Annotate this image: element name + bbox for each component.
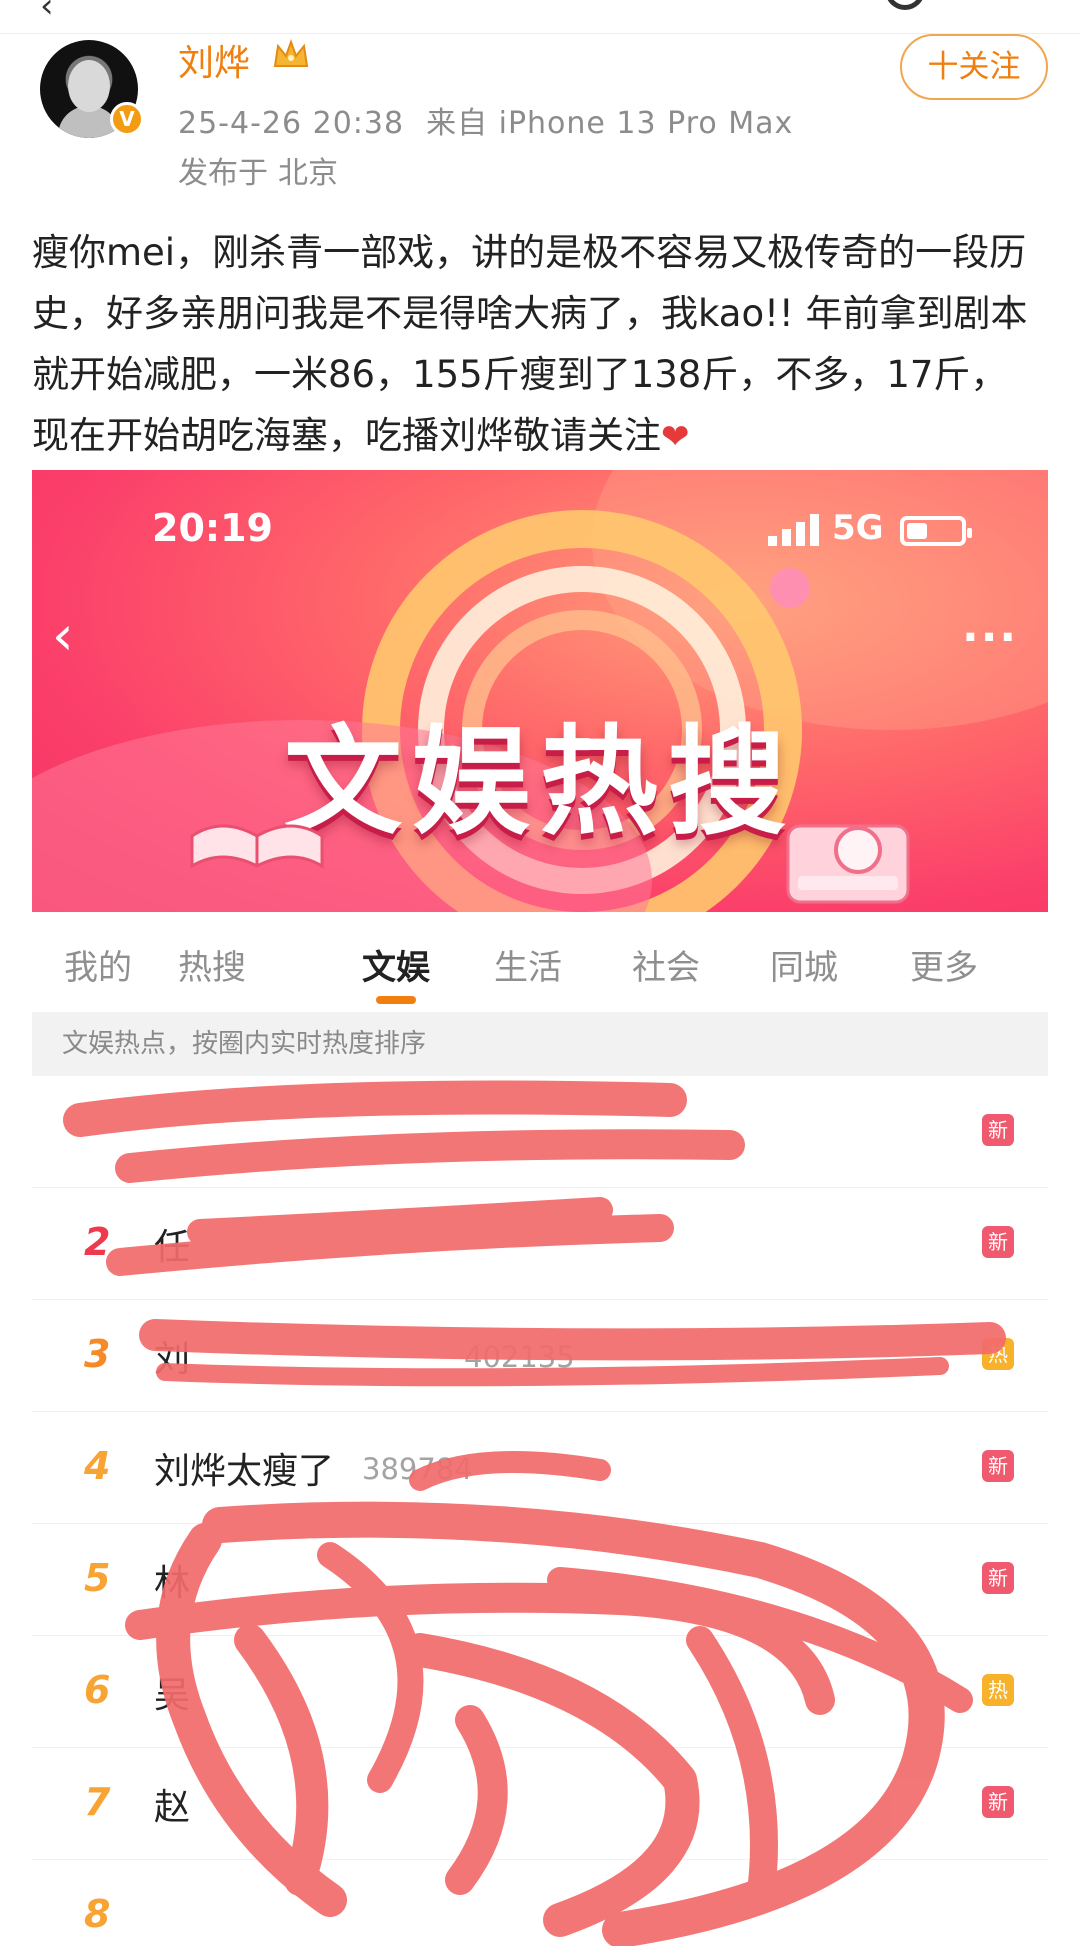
post-meta: 25-4-26 20:38 来自 iPhone 13 Pro Max: [178, 98, 793, 142]
item-title: 任: [154, 1227, 191, 1268]
list-item[interactable]: 8: [32, 1860, 1048, 1946]
crown-icon: [273, 39, 309, 67]
rank-number: 4: [84, 1444, 111, 1488]
hot-tag: 热: [982, 1674, 1014, 1706]
rank-number: 5: [84, 1556, 111, 1600]
rank-number: 8: [84, 1892, 111, 1936]
item-title: 赵: [154, 1787, 191, 1828]
post-source: 来自 iPhone 13 Pro Max: [426, 106, 794, 141]
tab-society[interactable]: 社会: [606, 940, 726, 989]
location-value: 北京: [278, 156, 338, 191]
camera-icon: [786, 824, 910, 904]
new-tag: 新: [982, 1114, 1014, 1146]
post-header: V 刘烨 25-4-26 20:38 来自 iPhone 13 Pro Max 发…: [0, 34, 1080, 194]
post-date: 25-4-26 20:38: [178, 106, 405, 141]
embedded-screenshot-banner[interactable]: 20:19 5G ‹ ··· 文娱热搜: [32, 470, 1048, 912]
book-icon: [190, 824, 324, 869]
list-item[interactable]: 2 任 新: [32, 1188, 1048, 1300]
status-time: 20:19: [152, 506, 273, 550]
heat-count: 389784: [362, 1452, 473, 1486]
item-title: 刘: [154, 1339, 191, 1380]
list-item[interactable]: 新: [32, 1076, 1048, 1188]
list-item[interactable]: 4 刘烨太瘦了 389784 新: [32, 1412, 1048, 1524]
item-title: 刘烨太瘦了: [154, 1451, 335, 1492]
hot-search-list: 新 2 任 新 3 刘 402135 热 4 刘烨太瘦了 389784 新 5 …: [32, 1076, 1048, 1946]
top-nav-bar: ‹: [0, 0, 1080, 34]
location-label: 发布于: [178, 156, 268, 191]
new-tag: 新: [982, 1226, 1014, 1258]
tab-life[interactable]: 生活: [468, 940, 588, 989]
heat-count: 402135: [464, 1340, 575, 1374]
follow-button[interactable]: 十关注: [900, 34, 1048, 100]
signal-icon: [768, 514, 819, 546]
author-name[interactable]: 刘烨: [178, 34, 250, 86]
category-tabs: 我的 热搜 文娱 生活 社会 同城 更多: [32, 912, 1048, 1012]
tab-more[interactable]: 更多: [884, 940, 1004, 989]
chevron-left-icon[interactable]: ‹: [52, 604, 74, 667]
item-title: 吴: [154, 1675, 191, 1716]
heart-icon: ❤: [661, 417, 690, 457]
post-body: 瘦你mei，刚杀青一部戏，讲的是极不容易又极传奇的一段历史，好多亲朋问我是不是得…: [32, 222, 1042, 468]
list-item[interactable]: 6 吴 热: [32, 1636, 1048, 1748]
rank-number: 6: [84, 1668, 111, 1712]
rank-number: 2: [84, 1220, 111, 1264]
back-arrow-icon[interactable]: ‹: [40, 0, 54, 26]
new-tag: 新: [982, 1562, 1014, 1594]
rank-number: 3: [84, 1332, 111, 1376]
battery-icon: [900, 516, 972, 546]
hot-tag: 热: [982, 1338, 1014, 1370]
tab-hot-search[interactable]: 热搜: [152, 940, 272, 989]
item-title: 林: [154, 1563, 191, 1604]
list-item[interactable]: 7 赵 新: [32, 1748, 1048, 1860]
tab-mine[interactable]: 我的: [38, 940, 158, 989]
active-tab-indicator: [376, 996, 416, 1004]
list-item[interactable]: 3 刘 402135 热: [32, 1300, 1048, 1412]
ranking-hint: 文娱热点，按圈内实时热度排序: [32, 1012, 1048, 1076]
new-tag: 新: [982, 1786, 1014, 1818]
tab-local[interactable]: 同城: [744, 940, 864, 989]
new-tag: 新: [982, 1450, 1014, 1482]
post-location: 发布于 北京: [178, 148, 338, 192]
avatar-face: [68, 60, 110, 112]
search-icon[interactable]: [885, 0, 925, 10]
planet-icon: [770, 568, 810, 608]
more-dots-icon[interactable]: ···: [962, 612, 1018, 663]
network-label: 5G: [832, 508, 884, 548]
list-item[interactable]: 5 林 新: [32, 1524, 1048, 1636]
tab-entertainment[interactable]: 文娱: [336, 940, 456, 989]
verified-badge-icon: V: [110, 102, 144, 136]
post-body-text: 瘦你mei，刚杀青一部戏，讲的是极不容易又极传奇的一段历史，好多亲朋问我是不是得…: [32, 231, 1028, 457]
rank-number: 7: [84, 1780, 111, 1824]
